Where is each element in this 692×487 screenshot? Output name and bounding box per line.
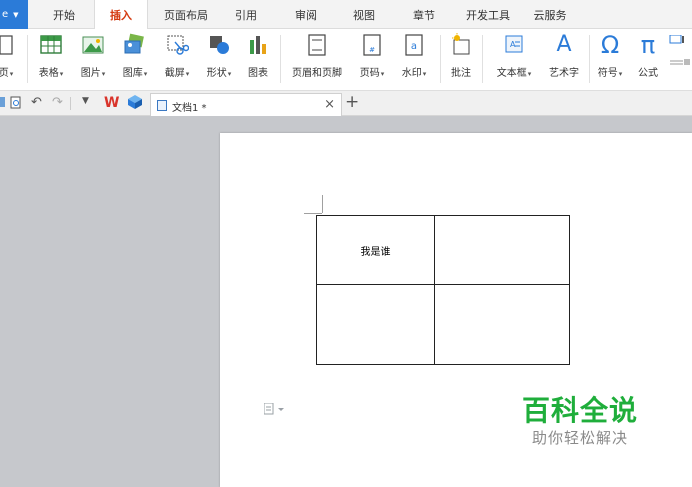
page-number-button[interactable]: # 页码▾ xyxy=(353,32,391,79)
ribbon-divider xyxy=(589,35,590,83)
wps-writer-window: e ▼ 开始 插入 页面布局 引用 审阅 视图 章节 开发工具 云服务 页▾ 表格… xyxy=(0,0,692,487)
table-row xyxy=(316,284,570,365)
textbox-label: 文本框 xyxy=(496,68,527,79)
tab-view[interactable]: 视图 xyxy=(344,0,384,29)
insert-items-icon xyxy=(669,34,690,65)
picture-label: 图片 xyxy=(80,68,101,79)
formula-button[interactable]: π 公式 xyxy=(633,32,663,79)
gallery-label: 图库 xyxy=(122,68,143,79)
document-tab[interactable]: 文档1 * × xyxy=(150,93,342,116)
tab-home[interactable]: 开始 xyxy=(44,0,84,29)
document-tab-title: 文档1 * xyxy=(172,103,207,114)
table-button[interactable]: 表格▾ xyxy=(34,32,68,79)
table-icon xyxy=(39,32,63,58)
header-footer-button[interactable]: 页眉和页脚 xyxy=(286,32,348,79)
ribbon-insert: 页▾ 表格▾ 图片▾ 图库▾ 截屏▾ 形状▾ 图表 页眉和页脚 # 页码▾ a … xyxy=(0,29,692,91)
symbol-label: 符号 xyxy=(597,68,618,79)
table-row: 我是谁 xyxy=(316,215,570,285)
app-menu-label: e xyxy=(2,9,9,20)
tab-review[interactable]: 审阅 xyxy=(286,0,326,29)
app-menu-button[interactable]: e ▼ xyxy=(0,0,28,29)
picture-icon xyxy=(81,32,105,58)
picture-button[interactable]: 图片▾ xyxy=(76,32,110,79)
page-label: 页 xyxy=(0,68,9,79)
table-cell[interactable]: 我是谁 xyxy=(316,215,435,285)
close-icon[interactable]: × xyxy=(324,97,335,112)
watermark-icon: a xyxy=(403,32,425,58)
table-label: 表格 xyxy=(38,68,59,79)
new-tab-plus-icon[interactable]: + xyxy=(345,92,359,112)
bar-chart-icon xyxy=(247,32,269,58)
svg-text:A: A xyxy=(510,40,516,49)
cube-icon[interactable] xyxy=(127,94,143,113)
screenshot-label: 截屏 xyxy=(164,68,185,79)
document-table[interactable]: 我是谁 xyxy=(316,215,570,365)
symbol-button[interactable]: Ω 符号▾ xyxy=(593,32,627,79)
wordart-button[interactable]: A 艺术字 xyxy=(543,32,585,79)
tab-references[interactable]: 引用 xyxy=(226,0,266,29)
qat-divider xyxy=(70,97,71,110)
ribbon-divider xyxy=(27,35,28,83)
menu-tab-bar: e ▼ 开始 插入 页面布局 引用 审阅 视图 章节 开发工具 云服务 xyxy=(0,0,692,30)
page-number-icon: # xyxy=(361,32,383,58)
margin-corner-mark xyxy=(322,195,323,213)
gallery-button[interactable]: 图库▾ xyxy=(118,32,152,79)
shape-label: 形状 xyxy=(206,68,227,79)
watermark-label: 水印 xyxy=(401,68,422,79)
shape-button[interactable]: 形状▾ xyxy=(202,32,236,79)
comment-label: 批注 xyxy=(451,68,471,79)
margin-corner-mark xyxy=(304,213,322,214)
tab-section[interactable]: 章节 xyxy=(404,0,444,29)
chevron-down-icon[interactable]: ▼ xyxy=(82,96,89,106)
quick-access-toolbar: ↶ ↷ ▼ W 文档1 * × + xyxy=(0,91,692,116)
svg-text:a: a xyxy=(411,41,417,52)
baike-watermark: 百科全说 助你轻松解决 xyxy=(505,394,655,448)
tab-page-layout[interactable]: 页面布局 xyxy=(156,0,216,29)
svg-text:W: W xyxy=(104,95,119,110)
print-preview-icon[interactable] xyxy=(10,96,22,112)
table-cell[interactable] xyxy=(434,215,570,285)
table-cell[interactable] xyxy=(316,284,435,365)
ribbon-divider xyxy=(280,35,281,83)
watermark-subtitle: 助你轻松解决 xyxy=(531,429,628,447)
watermark-title: 百科全说 xyxy=(521,394,638,427)
paragraph-layout-icon[interactable] xyxy=(263,402,286,418)
document-icon xyxy=(157,100,167,111)
chevron-down-icon: ▼ xyxy=(13,11,19,19)
page-icon xyxy=(0,32,15,58)
chart-label: 图表 xyxy=(248,68,268,79)
undo-icon[interactable]: ↶ xyxy=(31,95,42,110)
formula-label: 公式 xyxy=(638,68,658,79)
save-icon[interactable] xyxy=(0,96,6,111)
tab-cloud-services[interactable]: 云服务 xyxy=(526,0,574,29)
tab-insert[interactable]: 插入 xyxy=(94,0,148,30)
more-insert-items[interactable] xyxy=(668,34,692,87)
ribbon-divider xyxy=(482,35,483,83)
screenshot-button[interactable]: 截屏▾ xyxy=(160,32,194,79)
header-footer-icon xyxy=(306,32,328,58)
wps-logo-icon[interactable]: W xyxy=(103,94,119,113)
textbox-icon: A xyxy=(503,32,525,58)
ribbon-divider xyxy=(440,35,441,83)
svg-text:#: # xyxy=(369,46,375,54)
header-footer-label: 页眉和页脚 xyxy=(292,68,342,79)
omega-icon: Ω xyxy=(600,31,620,59)
comment-button[interactable]: 批注 xyxy=(446,32,476,79)
comment-icon xyxy=(449,32,473,58)
gallery-icon xyxy=(123,32,147,58)
shapes-icon xyxy=(207,32,231,58)
page-number-label: 页码 xyxy=(359,68,380,79)
page-button[interactable]: 页▾ xyxy=(0,32,18,79)
tab-developer-tools[interactable]: 开发工具 xyxy=(460,0,516,29)
table-cell[interactable] xyxy=(434,284,570,365)
watermark-button[interactable]: a 水印▾ xyxy=(395,32,433,79)
textbox-button[interactable]: A 文本框▾ xyxy=(489,32,539,79)
pi-icon: π xyxy=(640,31,656,59)
redo-icon[interactable]: ↷ xyxy=(52,95,63,110)
wordart-label: 艺术字 xyxy=(549,68,579,79)
chart-button[interactable]: 图表 xyxy=(243,32,273,79)
wordart-icon: A xyxy=(556,32,572,57)
scissors-icon xyxy=(165,32,190,58)
